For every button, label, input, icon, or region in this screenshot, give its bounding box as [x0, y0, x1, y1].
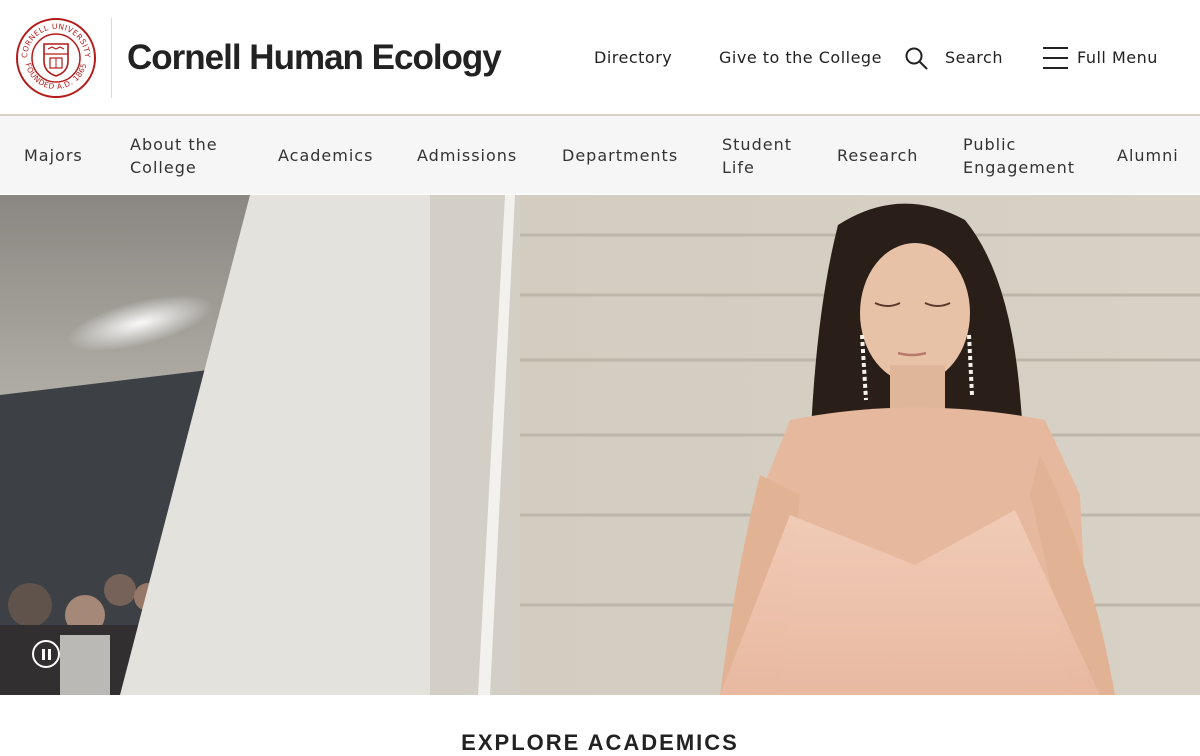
nav-item-departments[interactable]: Departments — [562, 144, 678, 167]
cornell-seal-logo[interactable]: CORNELL UNIVERSITY FOUNDED A.D. 1865 — [15, 17, 97, 99]
hero-image — [0, 195, 1200, 695]
hero-video[interactable] — [0, 195, 1200, 695]
header-divider — [111, 18, 112, 98]
site-title[interactable]: Cornell Human Ecology — [127, 36, 502, 80]
pause-icon — [41, 648, 45, 660]
nav-item-about-the-college[interactable]: About the College — [130, 133, 230, 179]
nav-item-alumni[interactable]: Alumni — [1117, 144, 1179, 167]
nav-item-research[interactable]: Research — [837, 144, 918, 167]
pause-button[interactable] — [32, 640, 60, 668]
search-button[interactable]: Search — [904, 44, 1003, 72]
nav-item-admissions[interactable]: Admissions — [417, 144, 517, 167]
full-menu-label: Full Menu — [1077, 48, 1158, 67]
full-menu-button[interactable]: Full Menu — [1043, 44, 1158, 72]
section-heading: EXPLORE ACADEMICS — [461, 730, 739, 755]
nav-item-public-engagement[interactable]: Public Engagement — [963, 133, 1083, 179]
search-icon — [905, 47, 928, 70]
nav-item-student-life[interactable]: Student Life — [722, 133, 802, 179]
nav-item-majors[interactable]: Majors — [24, 144, 83, 167]
hamburger-icon — [1043, 47, 1068, 69]
main-nav: Majors About the College Academics Admis… — [0, 116, 1200, 194]
give-link[interactable]: Give to the College — [719, 44, 882, 72]
directory-link[interactable]: Directory — [594, 44, 672, 72]
nav-item-academics[interactable]: Academics — [278, 144, 373, 167]
site-header: CORNELL UNIVERSITY FOUNDED A.D. 1865 Cor… — [0, 0, 1200, 116]
search-label: Search — [945, 48, 1003, 67]
pause-icon-bar — [47, 648, 51, 660]
